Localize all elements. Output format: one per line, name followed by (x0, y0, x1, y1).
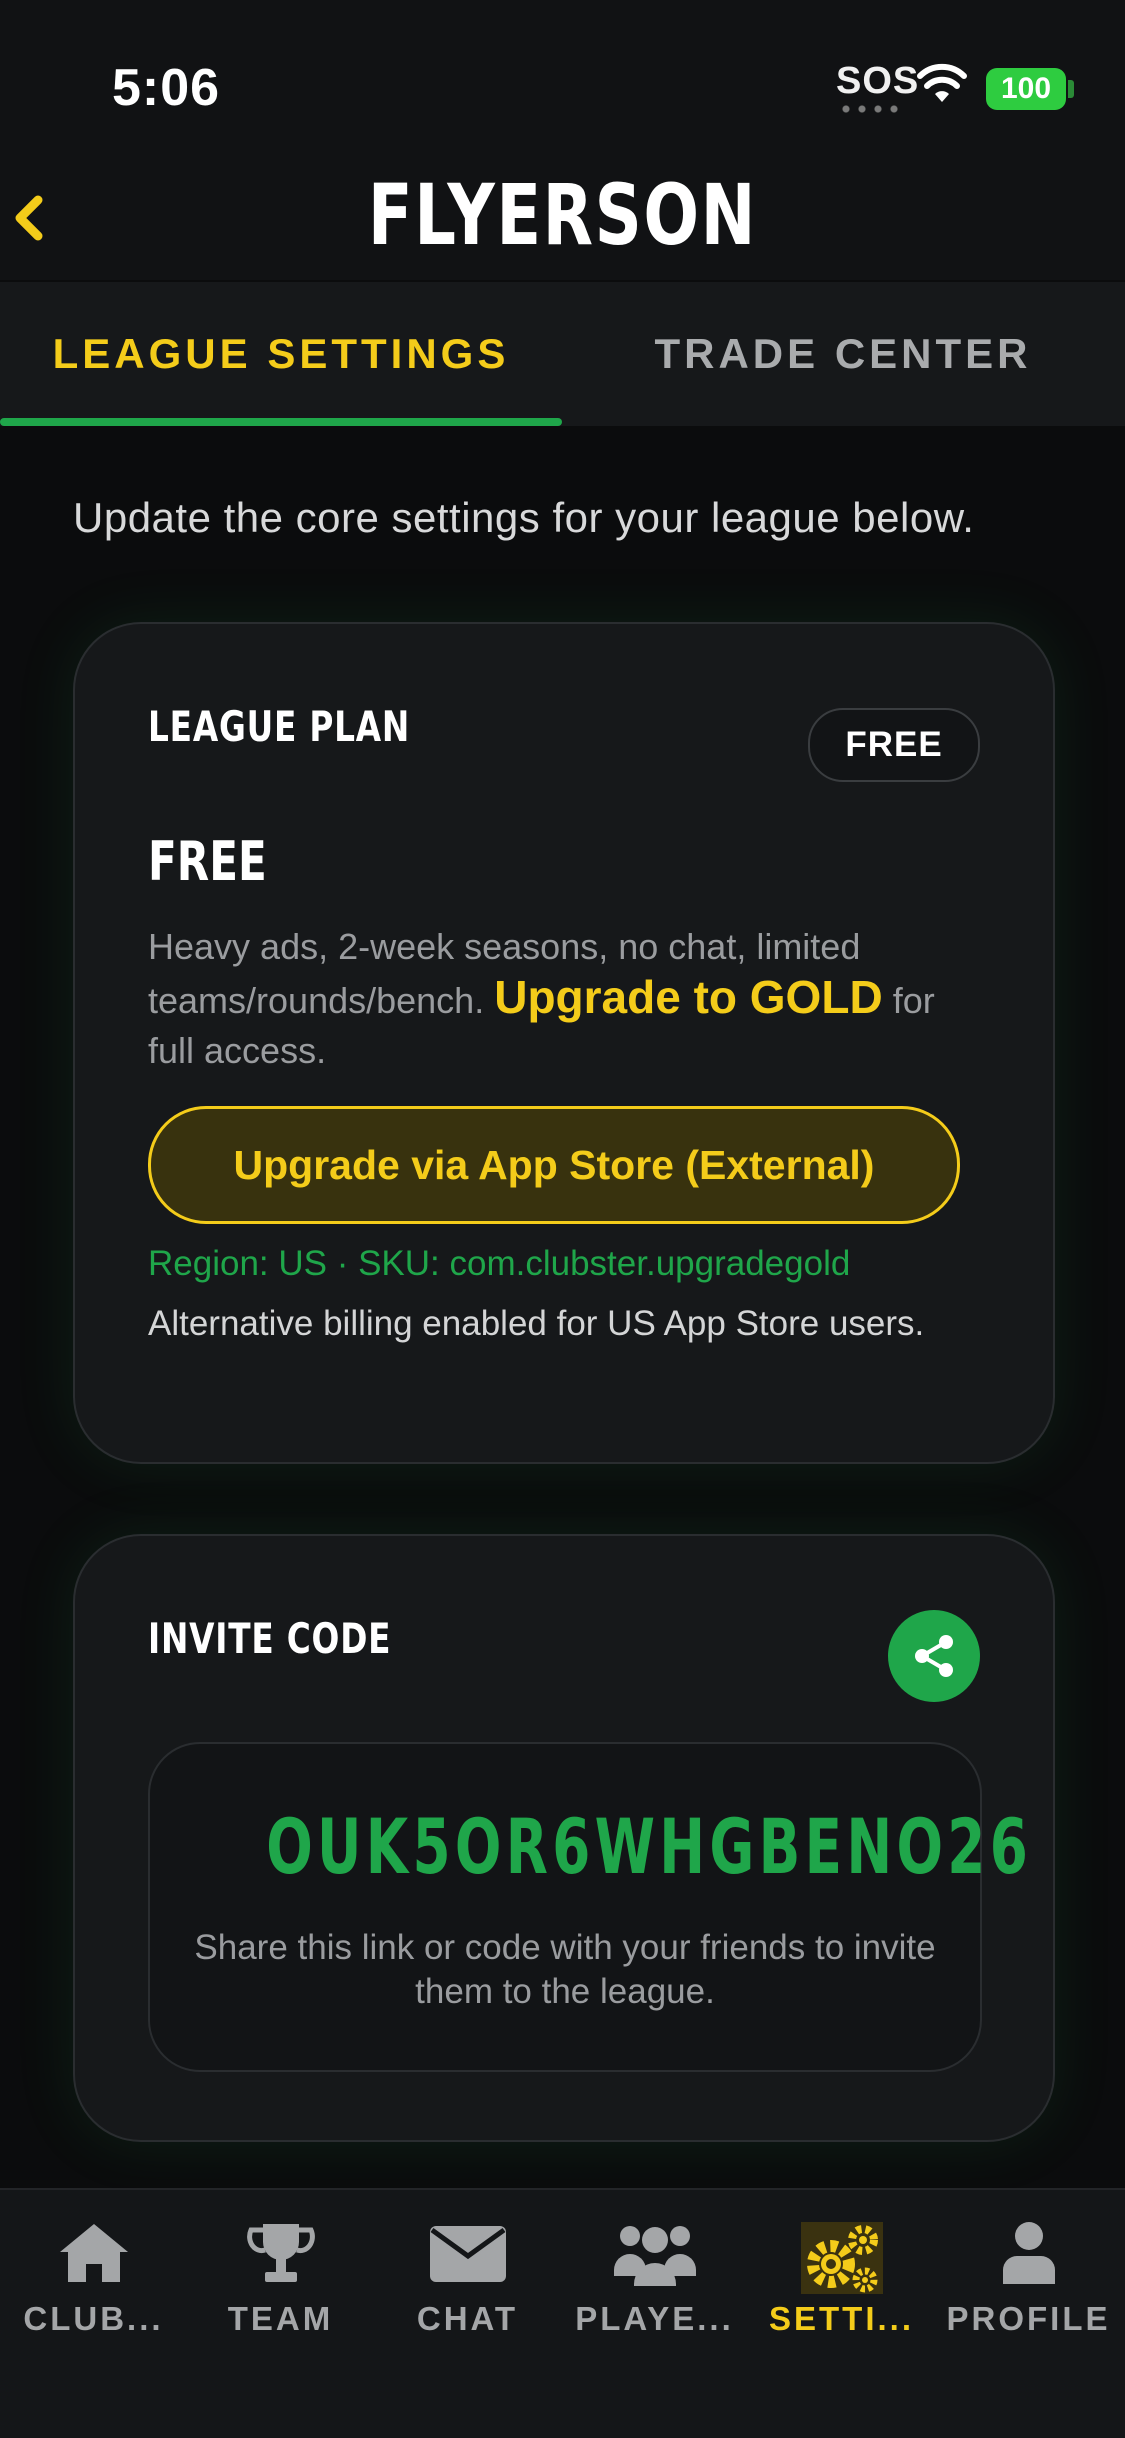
upgrade-app-store-button[interactable]: Upgrade via App Store (External) (148, 1106, 960, 1224)
nav-label-players: PLAYE... (575, 2300, 734, 2337)
invite-code-heading: INVITE CODE (148, 1614, 392, 1663)
invite-code-hint: Share this link or code with your friend… (194, 1928, 936, 2011)
nav-label-team: TEAM (227, 2300, 334, 2337)
intro-text: Update the core settings for your league… (73, 494, 975, 541)
nav-item-players[interactable]: PLAYE... (561, 2210, 748, 2370)
nav-label-profile: PROFILE (946, 2300, 1111, 2337)
nav-item-profile[interactable]: PROFILE (935, 2210, 1122, 2370)
invite-code-card: INVITE CODE OUK5OR6WHGBENO26 Share this … (73, 1534, 1055, 2142)
bottom-nav: CLUB... TEAM CHAT PLAYE... SETTI... PROF… (0, 2188, 1125, 2438)
tab-bar: LEAGUE SETTINGS TRADE CENTER (0, 282, 1125, 426)
wifi-icon (917, 63, 967, 102)
user-icon (1002, 2222, 1055, 2284)
nav-label-chat: CHAT (416, 2300, 519, 2337)
plan-badge: FREE (808, 708, 980, 782)
battery-tip (1068, 80, 1074, 98)
tab-trade-center[interactable]: TRADE CENTER (562, 282, 1124, 426)
league-plan-heading: LEAGUE PLAN (148, 702, 411, 751)
nav-item-team[interactable]: TEAM (187, 2210, 374, 2370)
home-icon (59, 2224, 128, 2282)
plan-description: Heavy ads, 2-week seasons, no chat, limi… (148, 922, 978, 1076)
app-header: FLYERSON (0, 160, 1125, 280)
signal-dots-icon (838, 105, 902, 113)
status-time: 5:06 (112, 59, 221, 117)
gears-icon (800, 2222, 883, 2294)
sos-indicator: SOS (836, 60, 920, 102)
status-bar: 5:06 SOS 100 (0, 0, 1125, 160)
nav-item-settings[interactable]: SETTI... (748, 2210, 935, 2370)
share-button[interactable] (888, 1610, 980, 1702)
plan-name: FREE (148, 830, 267, 893)
league-plan-card: LEAGUE PLAN FREE FREE Heavy ads, 2-week … (73, 622, 1055, 1464)
upgrade-gold-link[interactable]: Upgrade to GOLD (494, 971, 882, 1023)
page-title: FLYERSON (367, 166, 758, 264)
active-tab-indicator (0, 418, 562, 426)
mail-icon (429, 2226, 506, 2282)
trophy-icon (246, 2224, 315, 2282)
region-sku-text: Region: US · SKU: com.clubster.upgradego… (148, 1244, 851, 1283)
billing-note: Alternative billing enabled for US App S… (148, 1304, 925, 1343)
chevron-left-icon[interactable] (2, 178, 82, 258)
invite-code-value[interactable]: OUK5OR6WHGBENO26 (266, 1802, 1028, 1891)
nav-item-club[interactable]: CLUB... (0, 2210, 187, 2370)
invite-code-box: OUK5OR6WHGBENO26 Share this link or code… (148, 1742, 1028, 2072)
users-icon (613, 2226, 696, 2286)
battery-icon: 100 (986, 68, 1066, 110)
tab-league-settings[interactable]: LEAGUE SETTINGS (0, 282, 562, 426)
nav-label-club: CLUB... (23, 2300, 164, 2337)
nav-item-chat[interactable]: CHAT (374, 2210, 561, 2370)
nav-label-settings: SETTI... (768, 2300, 914, 2337)
share-icon (915, 1635, 953, 1677)
